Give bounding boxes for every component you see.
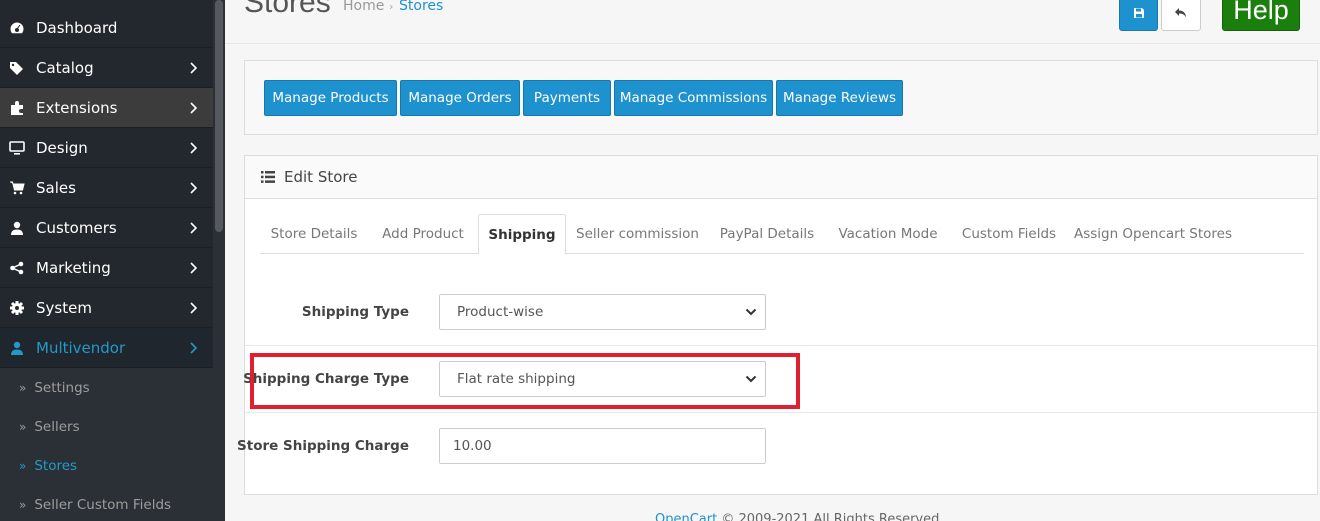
- page-title: Stores: [244, 0, 331, 19]
- tab-vacation-mode[interactable]: Vacation Mode: [828, 214, 948, 254]
- row-divider: [245, 345, 1317, 346]
- sidebar-item-catalog[interactable]: Catalog: [0, 48, 213, 88]
- sidebar-item-design[interactable]: Design: [0, 128, 213, 168]
- double-chevron-icon: »: [19, 380, 27, 395]
- submenu-item-label: Seller Custom Fields: [34, 496, 172, 513]
- chevron-right-icon: [190, 182, 197, 194]
- breadcrumb-home[interactable]: Home: [343, 0, 384, 14]
- manage-reviews-button[interactable]: Manage Reviews: [776, 80, 903, 116]
- page-header: Stores Home › Stores Help: [225, 0, 1320, 44]
- tab-paypal-details[interactable]: PayPal Details: [708, 214, 826, 254]
- breadcrumb-stores[interactable]: Stores: [399, 0, 443, 14]
- shipping-type-value: Product-wise: [457, 304, 544, 320]
- chevron-right-icon: [190, 142, 197, 154]
- manage-commissions-button[interactable]: Manage Commissions: [614, 80, 773, 116]
- breadcrumb-separator: ›: [389, 0, 394, 13]
- payments-button[interactable]: Payments: [523, 80, 611, 116]
- panel-title: Edit Store: [284, 168, 358, 186]
- sidebar-item-label: Design: [36, 138, 88, 157]
- sidebar-item-system[interactable]: System: [0, 288, 213, 328]
- save-icon: [1133, 7, 1144, 18]
- chevron-right-icon: [190, 262, 197, 274]
- sidebar: Dashboard Catalog Extensions Design Sale…: [0, 0, 225, 521]
- chevron-right-icon: [190, 222, 197, 234]
- sidebar-item-customers[interactable]: Customers: [0, 208, 213, 248]
- main-content: Stores Home › Stores Help Manage Product…: [225, 0, 1320, 521]
- submenu-item-sellers[interactable]: » Sellers: [0, 407, 213, 446]
- user-icon: [9, 340, 25, 356]
- submenu-item-label: Settings: [34, 379, 90, 396]
- action-buttons-panel: Manage Products Manage Orders Payments M…: [244, 60, 1318, 135]
- footer-copyright: © 2009-2021 All Rights Reserved.: [721, 512, 944, 521]
- double-chevron-icon: »: [19, 419, 27, 434]
- shipping-type-row: Shipping Type Product-wise: [245, 294, 1317, 346]
- panel-heading: Edit Store: [245, 156, 1317, 199]
- submenu-item-settings[interactable]: » Settings: [0, 368, 213, 407]
- reply-icon: [1175, 7, 1186, 17]
- list-icon: [261, 171, 275, 183]
- shipping-type-select[interactable]: Product-wise: [439, 294, 766, 330]
- footer-link[interactable]: OpenCart: [655, 512, 717, 521]
- submenu-item-label: Stores: [34, 457, 78, 474]
- shipping-type-label: Shipping Type: [301, 304, 409, 320]
- tags-icon: [9, 60, 25, 76]
- store-shipping-charge-input[interactable]: 10.00: [439, 428, 766, 464]
- back-button[interactable]: [1161, 0, 1201, 31]
- edit-store-panel: Edit Store Store Details Add Product Shi…: [237, 155, 1318, 495]
- sidebar-item-multivendor[interactable]: Multivendor: [0, 328, 213, 368]
- sidebar-item-label: Marketing: [36, 258, 111, 277]
- chevron-down-icon: [745, 308, 757, 316]
- tab-seller-commission[interactable]: Seller commission: [569, 214, 706, 254]
- cart-icon: [9, 180, 25, 196]
- sidebar-item-label: Sales: [36, 178, 76, 197]
- puzzle-icon: [9, 100, 25, 116]
- manage-orders-button[interactable]: Manage Orders: [400, 80, 520, 116]
- sidebar-item-sales[interactable]: Sales: [0, 168, 213, 208]
- tab-store-details[interactable]: Store Details: [260, 214, 368, 254]
- share-icon: [9, 260, 25, 276]
- sidebar-item-label: Dashboard: [36, 18, 118, 37]
- tab-assign-opencart-stores[interactable]: Assign Opencart Stores: [1070, 214, 1236, 254]
- footer: OpenCart © 2009-2021 All Rights Reserved…: [655, 512, 944, 521]
- sidebar-item-label: Customers: [36, 218, 117, 237]
- chevron-right-icon: [190, 302, 197, 314]
- sidebar-item-marketing[interactable]: Marketing: [0, 248, 213, 288]
- sidebar-item-label: Catalog: [36, 58, 94, 77]
- store-shipping-charge-label: Store Shipping Charge: [237, 438, 409, 454]
- sidebar-item-label: System: [36, 298, 92, 317]
- submenu-item-seller-custom-fields[interactable]: » Seller Custom Fields: [0, 485, 213, 521]
- monitor-icon: [9, 140, 25, 156]
- gear-icon: [9, 300, 25, 316]
- manage-products-button[interactable]: Manage Products: [264, 80, 397, 116]
- sidebar-scrollbar-thumb[interactable]: [215, 0, 223, 232]
- submenu-item-stores[interactable]: » Stores: [0, 446, 213, 485]
- sidebar-item-label: Extensions: [36, 98, 118, 117]
- dashboard-icon: [9, 20, 25, 36]
- help-button[interactable]: Help: [1222, 0, 1300, 31]
- tab-shipping[interactable]: Shipping: [478, 214, 566, 255]
- store-shipping-charge-row: Store Shipping Charge 10.00: [237, 428, 1317, 480]
- tab-add-product[interactable]: Add Product: [370, 214, 476, 254]
- sidebar-item-label: Multivendor: [36, 338, 126, 357]
- sidebar-item-dashboard[interactable]: Dashboard: [0, 8, 213, 48]
- sidebar-item-extensions[interactable]: Extensions: [0, 88, 213, 128]
- chevron-right-icon: [190, 102, 197, 114]
- row-divider: [245, 412, 1317, 413]
- save-button[interactable]: [1119, 0, 1158, 31]
- submenu-item-label: Sellers: [34, 418, 80, 435]
- highlight-annotation-box: [250, 353, 800, 409]
- chevron-right-icon: [190, 62, 197, 74]
- tab-custom-fields[interactable]: Custom Fields: [950, 214, 1068, 254]
- tab-bar: Store Details Add Product Shipping Selle…: [260, 214, 1304, 255]
- double-chevron-icon: »: [19, 497, 27, 512]
- chevron-right-icon: [190, 342, 197, 354]
- double-chevron-icon: »: [19, 458, 27, 473]
- user-icon: [9, 220, 25, 236]
